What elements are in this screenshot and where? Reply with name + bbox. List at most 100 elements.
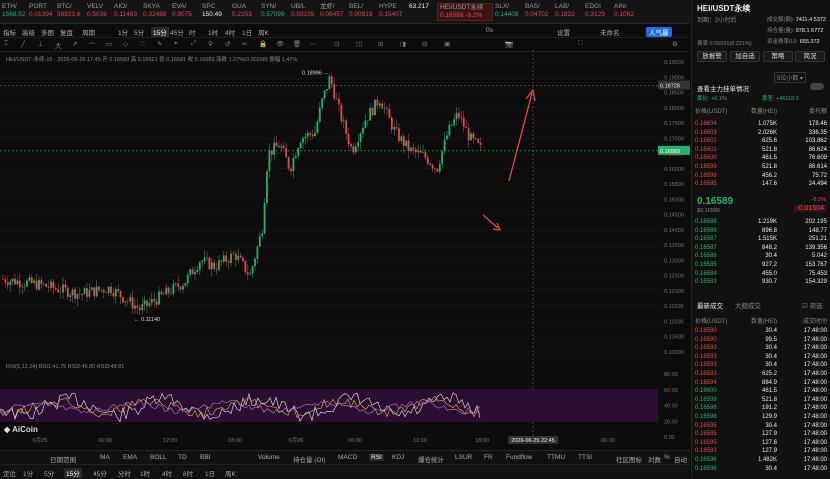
period-tab[interactable]: 4时	[162, 468, 172, 478]
ticker-item[interactable]: BAS/0.04702	[525, 3, 553, 21]
toolbar-item[interactable]: 时	[189, 27, 196, 37]
ticker-item[interactable]: EVA/0.9075	[172, 3, 200, 21]
indicator-tab[interactable]: 日期范围	[50, 454, 76, 464]
magnet-icon[interactable]: ⚲	[208, 40, 213, 48]
indicator-tab[interactable]: 爆仓统计	[418, 454, 444, 464]
indicator-tab[interactable]: 社区图标	[616, 454, 642, 464]
bid-row[interactable]: 0.16586 30.4 5.042	[695, 253, 827, 261]
indicator-tab[interactable]: FR	[484, 454, 493, 461]
indicator-tab[interactable]: BBI	[200, 454, 210, 461]
layout-icon[interactable]: ◨	[400, 40, 406, 48]
bid-row[interactable]: 0.16588 1.219K 202.195	[695, 219, 827, 227]
layout-icon[interactable]: ⊡	[334, 40, 339, 48]
trades-tab[interactable]: 最新成交	[697, 300, 723, 310]
ticker-item[interactable]: BTC/58923.6	[57, 3, 85, 21]
bid-row[interactable]: 0.16584 455.0 75.453	[695, 271, 827, 279]
bid-row[interactable]: 0.16587 1.515K 251.21	[695, 236, 827, 244]
ticker-item[interactable]: GUA 0.2253	[232, 3, 259, 21]
toolbar-item[interactable]: 高级	[22, 27, 35, 37]
period-tab[interactable]: 定位	[3, 468, 16, 478]
bid-row[interactable]: 0.16587 848.2 139.356	[695, 245, 827, 253]
period-tab[interactable]: 45分	[93, 468, 107, 478]
undo-icon[interactable]: ↺	[225, 40, 230, 48]
delete-icon[interactable]: 🗑	[293, 40, 301, 48]
period-tab[interactable]: 8时	[183, 468, 193, 478]
popular-button[interactable]: 人气暴	[646, 27, 672, 37]
period-tab[interactable]: 分时	[118, 468, 131, 478]
ticker-item[interactable]: SPC 150.49	[202, 3, 230, 21]
ticker-item[interactable]: 63.217	[409, 3, 435, 21]
ask-row[interactable]: 0.16602 625.6 103.862	[695, 138, 827, 146]
indicator-tab[interactable]: Volume	[258, 454, 280, 461]
precision-select[interactable]: 5位小数 ▾	[774, 72, 807, 83]
panel-button[interactable]: 策略	[763, 51, 793, 62]
settings-icon[interactable]: ⚙	[672, 40, 678, 48]
period-tab[interactable]: 周K	[225, 468, 236, 478]
toolbar-item[interactable]: 周K	[258, 27, 269, 37]
toolbar-right-item[interactable]: 设置	[557, 27, 570, 37]
indicator-tab[interactable]: TTMU	[547, 454, 565, 461]
camera-icon[interactable]: 📷	[505, 40, 513, 48]
ticker-item[interactable]: VELV 0.5036	[87, 3, 112, 21]
ticker-item[interactable]: 龙虾/0.08457	[320, 3, 347, 21]
ticker-item[interactable]: UB/L 0.03155	[291, 3, 318, 21]
indicator-tab[interactable]: MA	[100, 454, 110, 461]
shape-icon[interactable]: ◇	[123, 40, 128, 48]
ticker-item[interactable]: PORT 0.01394	[29, 3, 55, 21]
price-chart[interactable]: 0.19500 0.19000 0.18500 0.18000 0.17500 0.170…	[0, 50, 690, 450]
indicator-tab[interactable]: 对数	[648, 454, 661, 464]
layout-icon[interactable]: ▣	[444, 40, 450, 48]
ticker-item[interactable]: LAB/0.1822	[555, 3, 583, 21]
depth-toggle[interactable]	[810, 83, 824, 90]
ask-row[interactable]: 0.16600 461.5 76.609	[695, 155, 827, 163]
toolbar-item[interactable]: 5分	[134, 27, 144, 37]
ticker-item[interactable]: BEL/0.00919	[349, 3, 377, 21]
hline-icon[interactable]: ⊥	[38, 40, 44, 48]
layout-icon[interactable]: ⊟	[422, 40, 427, 48]
depth-title[interactable]: 查看主力挂单情况	[697, 83, 749, 93]
trades-tab[interactable]: ☑ 筛选	[802, 300, 823, 310]
rect-icon[interactable]: ▭	[106, 40, 112, 48]
pen-icon[interactable]: ✎	[157, 40, 162, 48]
period-tab[interactable]: 5分	[44, 468, 54, 478]
layout-icon[interactable]: ⊞	[378, 40, 383, 48]
indicator-tab[interactable]: LSUR	[455, 454, 472, 461]
indicator-tab[interactable]: BOLL	[150, 454, 167, 461]
text-icon[interactable]: 大	[55, 40, 62, 50]
cut-icon[interactable]: ✂	[242, 40, 247, 48]
indicator-tab[interactable]: TD	[178, 454, 187, 461]
toolbar-item[interactable]: 多图	[41, 27, 54, 37]
curve-icon[interactable]: ⌒	[89, 40, 96, 50]
indicator-tab[interactable]: RSI	[369, 454, 384, 461]
fullscreen-icon[interactable]: ⛶	[578, 40, 583, 48]
ticker-item[interactable]: EDGI 0.3129	[585, 3, 612, 21]
ticker-item[interactable]: HEI/USDT永续 0.16589 -8.2%	[437, 3, 493, 21]
ticker-item[interactable]: ETH/1568.52	[2, 3, 27, 21]
toolbar-right-item[interactable]: 0s	[486, 27, 493, 34]
arrow-icon[interactable]: ↗	[72, 40, 77, 48]
toolbar-item[interactable]: 15分	[151, 27, 169, 37]
toolbar-item[interactable]: 1分	[118, 27, 128, 37]
toolbar-item[interactable]: 4时	[225, 27, 235, 37]
toolbar-right-item[interactable]: 未命名	[600, 27, 620, 37]
indicator-tab[interactable]: KDJ	[392, 454, 404, 461]
measure-icon[interactable]: ⌖	[174, 40, 178, 48]
indicator-tab[interactable]: 自动	[674, 454, 687, 464]
trades-tab[interactable]: 大额成交	[735, 300, 761, 310]
toolbar-item[interactable]: 1日	[242, 27, 252, 37]
period-tab[interactable]: 1日	[205, 468, 215, 478]
period-tab[interactable]: 1分	[23, 468, 33, 478]
ticker-item[interactable]: AIN/0.10820	[614, 3, 634, 21]
ask-row[interactable]: 0.16604 1.075K 178.46	[695, 121, 827, 129]
ticker-item[interactable]: SKYA 0.32488	[143, 3, 170, 21]
layout-icon[interactable]: ◫	[356, 40, 362, 48]
indicator-tab[interactable]: Fundflow	[506, 454, 532, 461]
ask-row[interactable]: 0.16601 521.8 86.624	[695, 147, 827, 155]
ask-row[interactable]: 0.16595 147.6 24.494	[695, 181, 827, 189]
indicator-tab[interactable]: EMA	[123, 454, 137, 461]
eye-icon[interactable]: 👁	[276, 40, 284, 48]
toolbar-item[interactable]: 1时	[208, 27, 218, 37]
line-icon[interactable]: ╱	[21, 40, 25, 48]
lock-icon[interactable]: 🔒	[259, 40, 267, 48]
expand-icon[interactable]: ⤢	[191, 40, 196, 48]
